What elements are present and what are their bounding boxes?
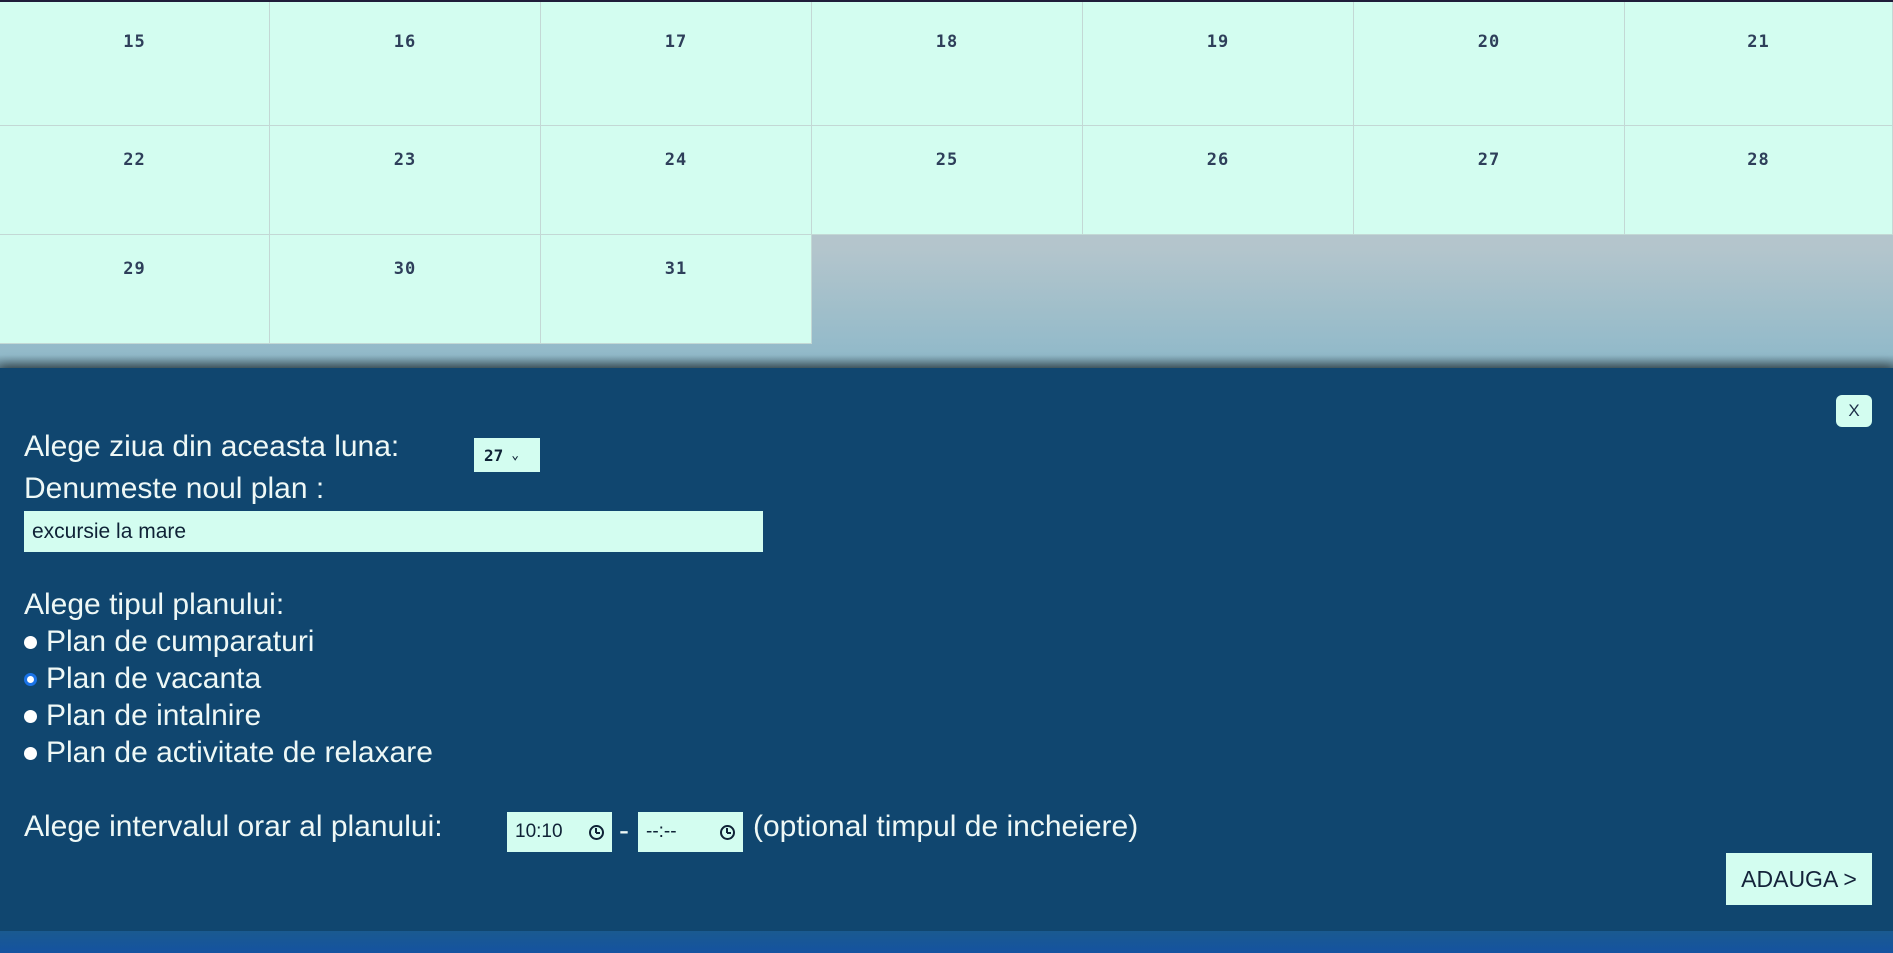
day-number: 24 <box>664 150 688 170</box>
radio-button[interactable] <box>24 746 37 760</box>
calendar-grid: 15 16 17 18 19 20 21 22 23 24 25 26 27 2… <box>0 2 1893 344</box>
radio-label: Plan de vacanta <box>46 662 262 695</box>
day-cell[interactable]: 26 <box>1083 126 1354 235</box>
day-cell[interactable]: 17 <box>541 2 812 126</box>
day-label: Alege ziua din aceasta luna: <box>24 430 400 463</box>
day-cell[interactable]: 23 <box>270 126 541 235</box>
calendar-week-row: 29 30 31 <box>0 235 1893 344</box>
page-bottom-strip <box>0 931 1893 953</box>
interval-label: Alege intervalul orar al planului: <box>24 810 443 843</box>
day-cell[interactable]: 29 <box>0 235 270 344</box>
add-button[interactable]: ADAUGA > <box>1726 853 1872 905</box>
calendar-week-row: 22 23 24 25 26 27 28 <box>0 126 1893 235</box>
day-cell[interactable]: 30 <box>270 235 541 344</box>
day-cell[interactable]: 25 <box>812 126 1083 235</box>
close-button[interactable]: X <box>1836 395 1872 427</box>
interval-hint: (optional timpul de incheiere) <box>753 810 1139 843</box>
day-cell[interactable]: 21 <box>1625 2 1893 126</box>
day-number: 19 <box>1206 32 1230 52</box>
radio-plan-vacanta[interactable]: Plan de vacanta <box>24 662 261 696</box>
day-number: 28 <box>1747 150 1770 170</box>
day-number: 20 <box>1477 32 1501 52</box>
day-number: 29 <box>123 259 146 279</box>
calendar-week-row: 15 16 17 18 19 20 21 <box>0 2 1893 126</box>
day-number: 21 <box>1747 32 1770 52</box>
day-number: 18 <box>935 32 959 52</box>
start-time-value: 10:10 <box>515 821 563 842</box>
clock-icon[interactable] <box>720 824 735 840</box>
end-time-value: --:-- <box>646 821 677 842</box>
day-cell[interactable]: 22 <box>0 126 270 235</box>
day-cell[interactable]: 31 <box>541 235 812 344</box>
radio-button-selected[interactable] <box>24 672 37 686</box>
day-number: 26 <box>1206 150 1230 170</box>
day-number: 27 <box>1477 150 1501 170</box>
radio-label: Plan de activitate de relaxare <box>46 736 433 769</box>
radio-label: Plan de cumparaturi <box>46 625 315 658</box>
chevron-down-icon: ⌄ <box>511 447 520 463</box>
plan-name-label: Denumeste noul plan : <box>24 472 325 505</box>
radio-label: Plan de intalnire <box>46 699 262 732</box>
day-cell[interactable]: 28 <box>1625 126 1893 235</box>
plan-name-value: excursie la mare <box>32 519 187 543</box>
day-number: 25 <box>935 150 959 170</box>
day-select-value: 27 <box>484 445 504 465</box>
day-number: 23 <box>393 150 417 170</box>
day-number: 15 <box>123 32 146 52</box>
end-time-input[interactable]: --:-- <box>638 812 743 852</box>
day-cell[interactable]: 20 <box>1354 2 1625 126</box>
plan-type-label: Alege tipul planului: <box>24 588 285 621</box>
start-time-input[interactable]: 10:10 <box>507 812 612 852</box>
day-number: 22 <box>123 150 146 170</box>
radio-plan-intalnire[interactable]: Plan de intalnire <box>24 699 261 733</box>
day-number: 16 <box>393 32 417 52</box>
add-plan-modal: X Alege ziua din aceasta luna: 27 ⌄ Denu… <box>0 368 1893 931</box>
plan-name-input[interactable]: excursie la mare <box>24 511 763 552</box>
day-cell[interactable]: 24 <box>541 126 812 235</box>
day-number: 17 <box>664 32 688 52</box>
day-cell[interactable]: 27 <box>1354 126 1625 235</box>
day-cell[interactable]: 16 <box>270 2 541 126</box>
day-number: 31 <box>664 259 688 279</box>
time-separator: - <box>619 814 629 847</box>
day-number: 30 <box>393 259 417 279</box>
day-select[interactable]: 27 ⌄ <box>474 438 540 472</box>
radio-plan-relaxare[interactable]: Plan de activitate de relaxare <box>24 736 433 770</box>
clock-icon[interactable] <box>589 824 604 840</box>
day-cell[interactable]: 19 <box>1083 2 1354 126</box>
radio-button[interactable] <box>24 709 37 723</box>
day-cell[interactable]: 15 <box>0 2 270 126</box>
day-cell[interactable]: 18 <box>812 2 1083 126</box>
radio-button[interactable] <box>24 635 37 649</box>
radio-plan-cumparaturi[interactable]: Plan de cumparaturi <box>24 625 314 659</box>
